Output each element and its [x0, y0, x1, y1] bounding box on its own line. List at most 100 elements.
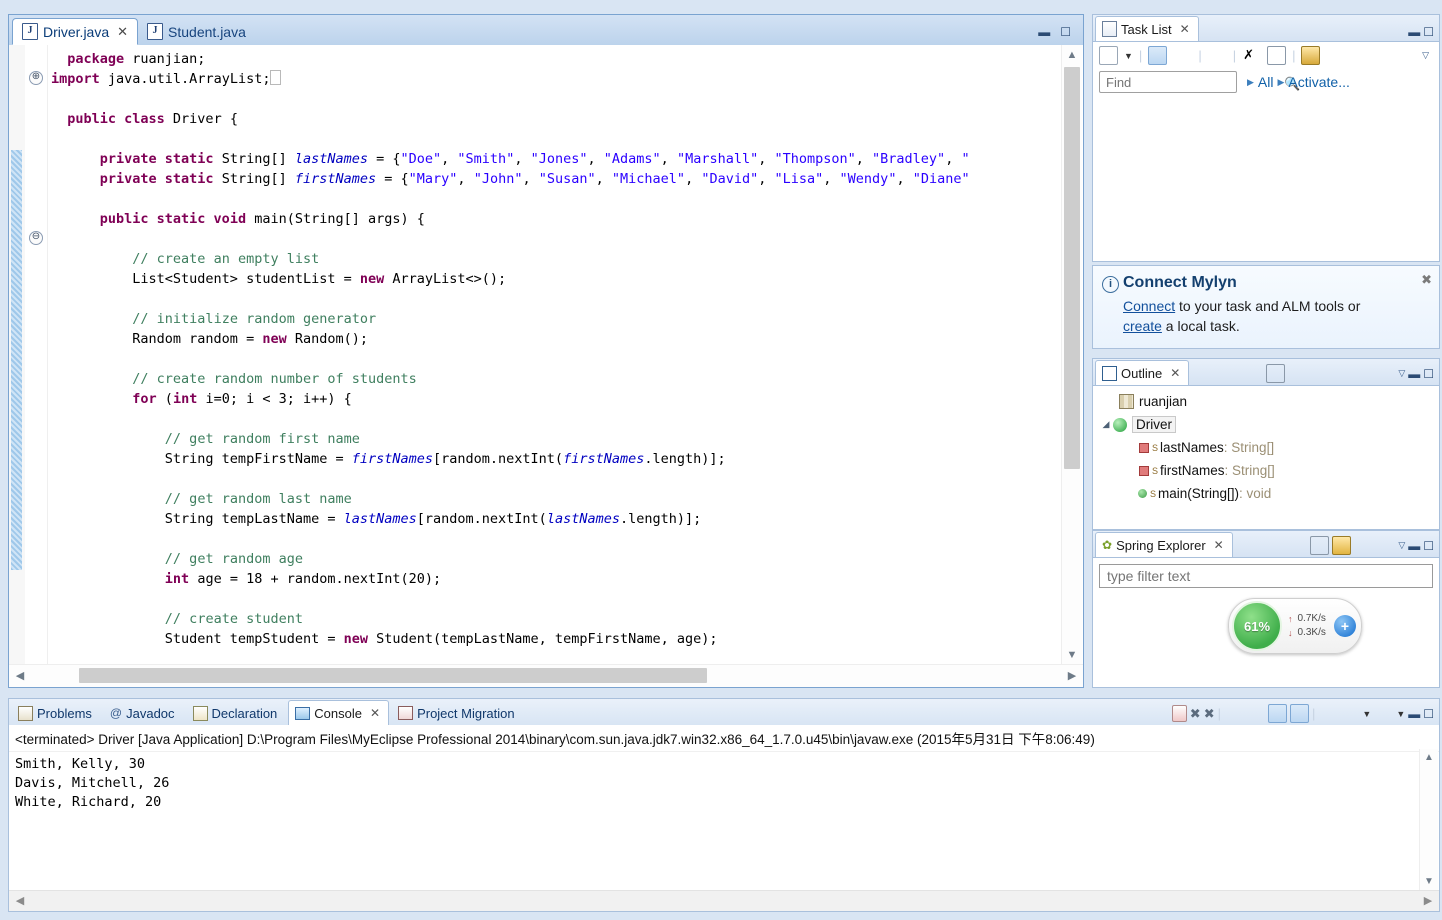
new-console-icon[interactable]	[1374, 704, 1393, 723]
view-menu-icon[interactable]: ▽	[1398, 368, 1405, 379]
memory-usage-gauge[interactable]: 61%	[1232, 601, 1282, 651]
mylyn-create-link[interactable]: create	[1123, 318, 1162, 334]
clear-console-icon[interactable]	[1290, 704, 1309, 723]
display-console-icon[interactable]	[1340, 704, 1359, 723]
console-output[interactable]: Smith, Kelly, 30 Davis, Mitchell, 26 Whi…	[9, 752, 1439, 815]
annotation-ruler[interactable]	[9, 45, 26, 665]
filter-input[interactable]	[1105, 567, 1427, 585]
word-wrap-icon[interactable]	[1268, 704, 1287, 723]
folding-ruler[interactable]: ⊕ ⊖	[25, 45, 48, 665]
dropdown-arrow-icon[interactable]: ▼	[1362, 709, 1371, 719]
editor-tab-driver[interactable]: J Driver.java ✕	[12, 18, 139, 45]
dropdown-arrow-icon[interactable]: ▼	[1124, 51, 1133, 61]
scroll-thumb-horizontal[interactable]	[79, 668, 707, 683]
sort-icon[interactable]	[1376, 536, 1395, 555]
tab-project-migration[interactable]: Project Migration	[391, 700, 524, 725]
view-menu-icon[interactable]: ▽	[1422, 50, 1433, 61]
new-task-icon[interactable]	[1099, 46, 1118, 65]
close-icon[interactable]: ✕	[1214, 538, 1224, 552]
chevron-right-icon[interactable]: ▶	[1277, 77, 1284, 88]
console-vertical-scrollbar[interactable]: ▲ ▼	[1419, 749, 1438, 891]
scroll-up-icon[interactable]: ▲	[1062, 45, 1082, 65]
close-icon[interactable]: ✕	[1170, 366, 1180, 380]
mylyn-connect-link[interactable]: Connect	[1123, 298, 1175, 314]
spring-explorer-tab-bar: ✿ Spring Explorer ✕ ▽ ▬ ☐	[1093, 531, 1439, 558]
breadcrumb-activate[interactable]: Activate...	[1288, 74, 1349, 90]
tab-console[interactable]: Console ✕	[288, 700, 390, 725]
scroll-right-icon[interactable]: ▶	[1417, 891, 1439, 911]
editor-horizontal-scrollbar[interactable]: ◀ ▶	[9, 664, 1083, 687]
pin-console-icon[interactable]	[1318, 704, 1337, 723]
minimize-icon[interactable]: ▬	[1408, 367, 1420, 381]
collapse-all-icon[interactable]	[1267, 46, 1287, 65]
hide-fields-icon[interactable]	[1310, 364, 1329, 383]
scroll-down-icon[interactable]: ▼	[1420, 873, 1438, 891]
maximize-icon[interactable]: ☐	[1423, 539, 1434, 553]
close-icon[interactable]: ✕	[1180, 22, 1190, 36]
categorized-presentation-icon[interactable]	[1148, 46, 1168, 65]
tab-spring-explorer[interactable]: ✿ Spring Explorer ✕	[1095, 532, 1233, 557]
focus-on-workweek-icon[interactable]	[1208, 46, 1227, 65]
synchronize-icon[interactable]	[1301, 46, 1321, 65]
close-icon[interactable]: ✖	[1421, 272, 1432, 288]
remove-launch-icon[interactable]: ✖	[1190, 706, 1201, 722]
scroll-left-icon[interactable]: ◀	[9, 665, 31, 687]
tab-problems[interactable]: Problems	[11, 700, 101, 725]
clear-filter-icon[interactable]: ✗	[1242, 46, 1261, 65]
sort-icon[interactable]	[1288, 364, 1307, 383]
task-list-tab-bar: Task List ✕ ▬ ☐	[1093, 15, 1439, 42]
outline-item-method-main[interactable]: S main(String[]) : void	[1093, 482, 1439, 505]
close-icon[interactable]: ✕	[117, 24, 128, 40]
minimize-icon[interactable]: ▬	[1038, 25, 1050, 39]
scroll-up-icon[interactable]: ▲	[1420, 749, 1438, 767]
add-button[interactable]: +	[1334, 615, 1356, 637]
outline-item-package[interactable]: ruanjian	[1093, 390, 1439, 413]
hide-static-icon[interactable]	[1332, 364, 1351, 383]
terminate-icon[interactable]	[1171, 705, 1187, 722]
editor-tab-student[interactable]: J Student.java	[138, 18, 255, 45]
show-console-icon[interactable]	[1224, 704, 1243, 723]
tab-task-list[interactable]: Task List ✕	[1095, 16, 1199, 41]
outline-item-class[interactable]: ◢ Driver	[1093, 413, 1439, 436]
scroll-lock-icon[interactable]	[1246, 704, 1265, 723]
link-editor-icon[interactable]	[1354, 536, 1373, 555]
scroll-right-icon[interactable]: ▶	[1061, 665, 1083, 687]
view-menu-icon[interactable]: ▽	[1398, 540, 1405, 551]
hide-nonpublic-icon[interactable]	[1354, 364, 1373, 383]
minimize-icon[interactable]: ▬	[1408, 707, 1420, 721]
outline-item-field-firstnames[interactable]: S firstNames : String[]	[1093, 459, 1439, 482]
tab-javadoc[interactable]: @ Javadoc	[103, 700, 184, 725]
remove-all-launches-icon[interactable]: ✖	[1204, 706, 1215, 722]
collapse-all-icon[interactable]	[1266, 364, 1286, 383]
breadcrumb-all[interactable]: All	[1258, 74, 1274, 90]
tab-outline[interactable]: Outline ✕	[1095, 360, 1190, 385]
scheduled-presentation-icon[interactable]	[1173, 46, 1192, 65]
chevron-right-icon[interactable]: ▶	[1247, 77, 1254, 88]
scroll-left-icon[interactable]: ◀	[9, 891, 31, 911]
collapse-all-icon[interactable]	[1310, 536, 1330, 555]
minimize-icon[interactable]: ▬	[1408, 539, 1420, 553]
console-horizontal-scrollbar[interactable]: ◀ ▶	[9, 890, 1439, 911]
tab-declaration[interactable]: Declaration	[186, 700, 287, 725]
dropdown-arrow-icon[interactable]: ▼	[1396, 709, 1405, 719]
code-text-area[interactable]: package ruanjian; import java.util.Array…	[51, 45, 1061, 665]
scroll-down-icon[interactable]: ▼	[1062, 645, 1082, 665]
chevron-down-icon[interactable]: ◢	[1099, 419, 1113, 430]
fold-collapse-icon[interactable]: ⊖	[29, 231, 43, 245]
fold-expand-icon[interactable]: ⊕	[29, 71, 43, 85]
close-icon[interactable]: ✕	[370, 706, 380, 720]
maximize-icon[interactable]: ☐	[1423, 25, 1434, 39]
find-input-wrapper[interactable]: 🔍	[1099, 71, 1300, 93]
maximize-icon[interactable]: ☐	[1423, 367, 1434, 381]
refresh-icon[interactable]	[1332, 536, 1352, 555]
scroll-thumb[interactable]	[1064, 67, 1080, 469]
editor-vertical-scrollbar[interactable]: ▲ ▼	[1061, 45, 1082, 665]
maximize-icon[interactable]: ☐	[1423, 707, 1434, 721]
maximize-icon[interactable]: ☐	[1060, 25, 1071, 39]
minimize-icon[interactable]: ▬	[1408, 25, 1420, 39]
filter-input-wrapper[interactable]	[1099, 564, 1433, 588]
network-speed-widget[interactable]: 61% ↑ 0.7K/s ↓ 0.3K/s +	[1228, 598, 1362, 654]
focus-icon[interactable]	[1244, 364, 1263, 383]
outline-item-field-lastnames[interactable]: S lastNames : String[]	[1093, 436, 1439, 459]
hide-local-types-icon[interactable]	[1376, 364, 1395, 383]
